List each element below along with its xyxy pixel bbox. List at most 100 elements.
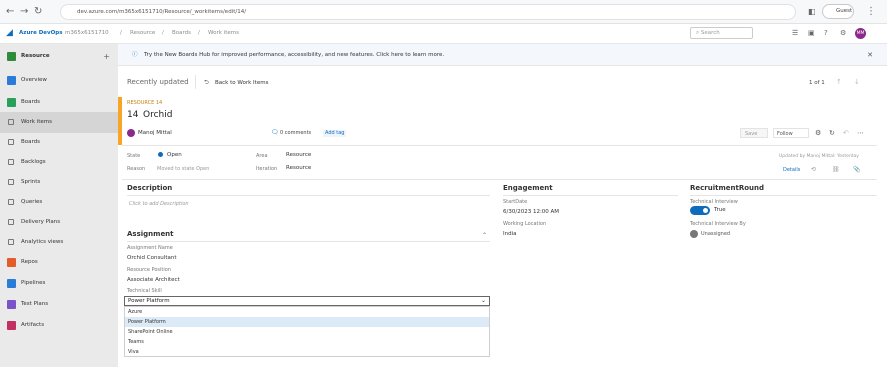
history-icon[interactable]: ⟲ bbox=[811, 166, 816, 174]
sidebar-toggle-icon[interactable]: ◧ bbox=[808, 6, 816, 18]
up-arrow-icon[interactable]: ↑ bbox=[836, 78, 842, 86]
reload-icon[interactable]: ↻ bbox=[34, 6, 42, 18]
sidebar-item-test-plans[interactable]: Test Plans bbox=[0, 294, 118, 315]
area-value[interactable]: Resource bbox=[286, 151, 311, 159]
reason-label: Reason bbox=[127, 166, 146, 172]
work-item-toolbar: Recently updated ⮌ Back to Work Items 1 … bbox=[118, 66, 887, 96]
test-plans-icon bbox=[7, 300, 16, 309]
close-icon[interactable]: ✕ bbox=[867, 44, 873, 66]
browser-bar: ← → ↻ dev.azure.com/m365x6151710/Resourc… bbox=[0, 0, 887, 24]
sidebar-item-backlogs[interactable]: Backlogs bbox=[0, 152, 118, 173]
comment-icon: 🗨 bbox=[271, 129, 279, 136]
sidebar-item-artifacts[interactable]: Artifacts bbox=[0, 315, 118, 336]
banner-text[interactable]: Try the New Boards Hub for improved perf… bbox=[144, 44, 444, 66]
option-item[interactable]: Teams bbox=[125, 337, 489, 347]
more-icon[interactable]: ⋮ bbox=[866, 6, 876, 18]
technical-skill-label: Technical Skill bbox=[127, 288, 162, 294]
working-location-field[interactable]: India bbox=[503, 230, 517, 238]
search-input[interactable]: ⌕ Search bbox=[690, 27, 753, 39]
collapse-icon[interactable]: ⌃ bbox=[482, 232, 487, 239]
more-actions-icon[interactable]: ⋯ bbox=[857, 129, 864, 137]
start-date-label: StartDate bbox=[503, 199, 528, 205]
work-items-icon bbox=[8, 119, 14, 125]
refresh-icon[interactable]: ↻ bbox=[829, 129, 835, 137]
start-date-field[interactable]: 6/30/2023 12:00 AM bbox=[503, 208, 559, 216]
description-editor[interactable]: Click to add Description bbox=[129, 201, 189, 208]
work-item-title[interactable]: Orchid bbox=[143, 110, 172, 121]
back-to-work-items-link[interactable]: Back to Work Items bbox=[215, 79, 268, 87]
iteration-value[interactable]: Resource bbox=[286, 164, 311, 172]
resource-position-field[interactable]: Associate Architect bbox=[127, 276, 180, 284]
add-tag-button[interactable]: Add tag bbox=[323, 130, 347, 137]
working-location-label: Working Location bbox=[503, 221, 547, 227]
option-item[interactable]: SharePoint Online bbox=[125, 327, 489, 337]
sidebar-item-queries[interactable]: Queries bbox=[0, 192, 118, 213]
option-item[interactable]: Viva bbox=[125, 347, 489, 357]
updated-by-text[interactable]: Updated by Manoj Mittal: Yesterday bbox=[779, 153, 859, 160]
engagement-heading: Engagement bbox=[503, 184, 553, 192]
address-bar[interactable]: dev.azure.com/m365x6151710/Resource/_wor… bbox=[60, 4, 796, 20]
iteration-label: Iteration bbox=[256, 166, 278, 172]
forward-arrow-icon[interactable]: → bbox=[20, 6, 28, 18]
queries-icon bbox=[8, 199, 14, 205]
sidebar-item-pipelines[interactable]: Pipelines bbox=[0, 273, 118, 294]
avatar[interactable]: MM bbox=[855, 28, 866, 39]
down-arrow-icon[interactable]: ↓ bbox=[854, 78, 860, 86]
breadcrumb-workitems[interactable]: Work items bbox=[208, 29, 239, 37]
work-item-id: 14 bbox=[127, 110, 139, 120]
app-header: ◢ Azure DevOps m365x6151710 / Resource /… bbox=[0, 24, 887, 44]
sidebar-item-repos[interactable]: Repos bbox=[0, 252, 118, 273]
breadcrumb-project[interactable]: Resource bbox=[130, 29, 155, 37]
back-to-work-items-icon[interactable]: ⮌ bbox=[204, 79, 209, 87]
technical-interview-toggle[interactable] bbox=[690, 206, 710, 215]
recently-updated-dropdown[interactable]: Recently updated bbox=[127, 78, 189, 87]
assignment-name-label: Assignment Name bbox=[127, 245, 173, 251]
board-icon bbox=[8, 139, 14, 145]
back-arrow-icon[interactable]: ← bbox=[6, 6, 14, 18]
help-icon[interactable]: ? bbox=[824, 29, 828, 37]
sidebar-item-delivery-plans[interactable]: Delivery Plans bbox=[0, 212, 118, 233]
sidebar-item-boards[interactable]: Boards bbox=[0, 92, 118, 113]
work-item-type-bar bbox=[118, 97, 122, 145]
sidebar-item-sprints[interactable]: Sprints bbox=[0, 172, 118, 193]
chevron-down-icon: ⌄ bbox=[480, 297, 486, 304]
links-icon[interactable]: ⛓ bbox=[832, 166, 840, 174]
reason-value[interactable]: Moved to state Open bbox=[157, 166, 209, 173]
attachments-icon[interactable]: 📎 bbox=[853, 166, 860, 174]
option-item-selected[interactable]: Power Platform bbox=[125, 317, 489, 327]
sidebar: Resource + Overview Boards Work items Bo… bbox=[0, 44, 118, 367]
follow-button[interactable]: Follow bbox=[773, 128, 809, 138]
sidebar-item-overview[interactable]: Overview bbox=[0, 70, 118, 91]
comments-count[interactable]: 0 comments bbox=[280, 130, 311, 137]
azure-devops-logo-icon[interactable]: ◢ bbox=[6, 28, 13, 38]
org-id[interactable]: m365x6151710 bbox=[65, 29, 109, 37]
assignment-name-field[interactable]: Orchid Consultant bbox=[127, 254, 177, 262]
add-icon[interactable]: + bbox=[103, 46, 110, 67]
save-button[interactable]: Save bbox=[740, 128, 768, 138]
technical-interview-by-label: Technical Interview By bbox=[690, 221, 746, 227]
tab-details[interactable]: Details bbox=[783, 167, 800, 174]
sidebar-project[interactable]: Resource + bbox=[0, 46, 118, 67]
analytics-icon bbox=[8, 239, 14, 245]
state-label: State bbox=[127, 153, 141, 159]
settings-icon[interactable]: ⚙ bbox=[815, 129, 821, 137]
sidebar-item-analytics-views[interactable]: Analytics views bbox=[0, 232, 118, 253]
state-value[interactable]: Open bbox=[167, 151, 182, 159]
assignee-name[interactable]: Manoj Mittal bbox=[138, 129, 172, 137]
option-item[interactable]: Azure bbox=[125, 307, 489, 317]
technical-interview-by-field[interactable]: Unassigned bbox=[701, 231, 730, 238]
breadcrumb-boards[interactable]: Boards bbox=[172, 29, 191, 37]
pipelines-icon bbox=[7, 279, 16, 288]
technical-skill-dropdown[interactable]: Power Platform ⌄ bbox=[124, 296, 490, 306]
sidebar-item-boards-sub[interactable]: Boards bbox=[0, 132, 118, 153]
org-name[interactable]: Azure DevOps bbox=[19, 29, 63, 37]
user-settings-icon[interactable]: ⚙ bbox=[840, 29, 846, 37]
delivery-plans-icon bbox=[8, 219, 14, 225]
undo-icon[interactable]: ↶ bbox=[843, 129, 849, 137]
list-icon[interactable]: ☰ bbox=[792, 29, 798, 37]
clipboard-icon[interactable]: ▣ bbox=[808, 29, 815, 37]
project-icon bbox=[7, 52, 16, 61]
url-text: dev.azure.com/m365x6151710/Resource/_wor… bbox=[77, 9, 247, 15]
guest-profile-button[interactable]: Guest bbox=[822, 4, 854, 19]
sidebar-item-work-items[interactable]: Work items bbox=[0, 112, 118, 133]
